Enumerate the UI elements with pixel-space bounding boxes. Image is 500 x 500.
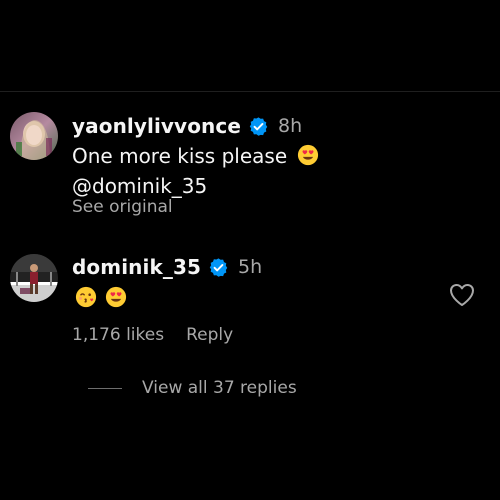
timestamp: 8h	[278, 115, 303, 137]
timestamp: 5h	[237, 256, 263, 278]
heart-eyes-emoji	[297, 144, 319, 166]
verified-badge-icon	[248, 116, 269, 137]
comment-header: dominik_35 5h	[72, 255, 262, 279]
mention-dominik_35[interactable]: @dominik_35	[72, 172, 207, 200]
username[interactable]: dominik_35	[72, 255, 201, 279]
like-button[interactable]	[449, 283, 475, 307]
avatar[interactable]	[10, 112, 58, 160]
view-replies-button[interactable]: View all 37 replies	[88, 378, 297, 398]
top-divider	[0, 91, 500, 92]
heart-outline-icon	[450, 284, 474, 306]
verified-badge-icon	[208, 257, 229, 278]
replies-divider	[88, 387, 122, 389]
username[interactable]: yaonlylivvonce	[72, 114, 241, 138]
comment-text: One more kiss please	[72, 142, 319, 170]
comment-text-line1: One more kiss please	[72, 144, 288, 168]
kissing-face-emoji	[75, 286, 97, 308]
view-replies-label: View all 37 replies	[142, 378, 297, 398]
comment-header: yaonlylivvonce 8h	[72, 114, 302, 138]
heart-eyes-emoji	[105, 286, 127, 308]
comment-text	[75, 284, 127, 312]
see-original-link[interactable]: See original	[72, 197, 173, 217]
reply-button[interactable]: Reply	[186, 325, 233, 345]
avatar[interactable]	[10, 254, 58, 302]
comment-meta: 1,176 likes Reply	[72, 325, 233, 345]
likes-count[interactable]: 1,176 likes	[72, 325, 164, 345]
